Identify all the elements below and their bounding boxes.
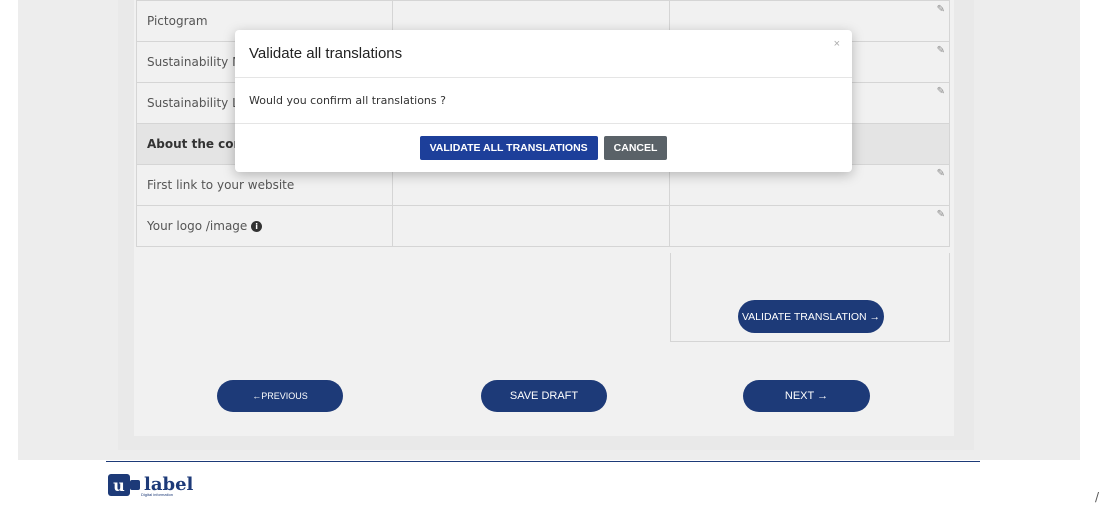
validate-all-modal: Validate all translations × Would you co… — [235, 30, 852, 172]
modal-footer: VALIDATE ALL TRANSLATIONS CANCEL — [235, 124, 852, 171]
validate-all-translations-button[interactable]: VALIDATE ALL TRANSLATIONS — [419, 135, 598, 160]
cancel-button[interactable]: CANCEL — [603, 135, 668, 160]
modal-message: Would you confirm all translations ? — [249, 94, 446, 107]
modal-body: Would you confirm all translations ? — [235, 78, 852, 124]
modal-header: Validate all translations × — [235, 30, 852, 78]
close-icon[interactable]: × — [834, 38, 840, 50]
modal-title: Validate all translations — [249, 45, 403, 62]
